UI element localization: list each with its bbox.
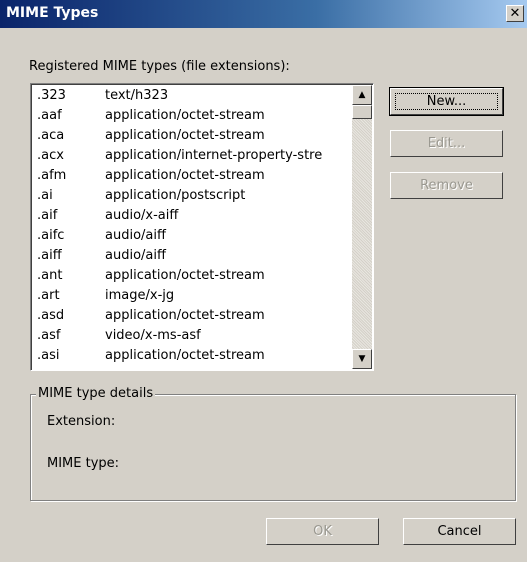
list-item[interactable]: .aca application/octet-stream [33, 126, 353, 146]
list-item[interactable]: .afm application/octet-stream [33, 166, 353, 186]
list-item-extension: .ant [37, 268, 63, 283]
list-item-mime-type: audio/x-aiff [105, 208, 179, 223]
list-item-extension: .acx [37, 148, 64, 163]
ok-button[interactable]: OK [266, 518, 379, 545]
mime-types-listbox[interactable]: .323 text/h323 .aaf application/octet-strea… [30, 83, 374, 371]
new-button[interactable]: New... [389, 87, 504, 116]
list-item-mime-type: application/octet-stream [105, 348, 265, 363]
list-item[interactable]: .art image/x-jg [33, 286, 353, 306]
list-item-extension: .ai [37, 188, 53, 203]
list-item-mime-type: image/x-jg [105, 288, 175, 303]
list-item-mime-type: text/h323 [105, 88, 169, 103]
list-item-extension: .323 [37, 88, 66, 103]
list-item-extension: .asi [37, 348, 60, 363]
list-item-extension: .afm [37, 168, 67, 183]
mime-type-label: MIME type: [47, 456, 120, 471]
remove-button[interactable]: Remove [390, 172, 503, 199]
extension-label: Extension: [47, 414, 116, 429]
list-item-extension: .aifc [37, 228, 65, 243]
list-item-mime-type: application/octet-stream [105, 308, 265, 323]
list-item[interactable]: .aif audio/x-aiff [33, 206, 353, 226]
list-item-extension: .aaf [37, 108, 62, 123]
list-item[interactable]: .asi application/octet-stream [33, 346, 353, 366]
list-item[interactable]: .ai application/postscript [33, 186, 353, 206]
list-item-extension: .asd [37, 308, 65, 323]
list-item-mime-type: application/octet-stream [105, 128, 265, 143]
list-item-extension: .aif [37, 208, 58, 223]
list-item[interactable]: .ant application/octet-stream [33, 266, 353, 286]
arrow-down-icon: ▼ [358, 354, 366, 364]
ok-button-label: OK [313, 524, 332, 539]
list-item-mime-type: application/octet-stream [105, 268, 265, 283]
list-item-mime-type: application/octet-stream [105, 108, 265, 123]
close-button[interactable]: ✕ [506, 5, 524, 22]
list-rows: .323 text/h323 .aaf application/octet-strea… [33, 86, 353, 366]
title-bar[interactable]: MIME Types ✕ [0, 0, 527, 28]
list-item[interactable]: .asd application/octet-stream [33, 306, 353, 326]
list-item[interactable]: .aifc audio/aiff [33, 226, 353, 246]
list-item-mime-type: application/internet-property-stre [105, 148, 323, 163]
list-item-extension: .art [37, 288, 60, 303]
vertical-scrollbar[interactable]: ▲ ▼ [352, 85, 372, 369]
scroll-down-button[interactable]: ▼ [352, 349, 372, 369]
list-item[interactable]: .323 text/h323 [33, 86, 353, 106]
details-groupbox [30, 394, 516, 501]
list-item[interactable]: .aaf application/octet-stream [33, 106, 353, 126]
list-item-mime-type: application/postscript [105, 188, 246, 203]
list-item[interactable]: .acx application/internet-property-stre [33, 146, 353, 166]
edit-button-label: Edit... [427, 136, 466, 151]
scroll-up-button[interactable]: ▲ [352, 85, 372, 105]
remove-button-label: Remove [420, 178, 473, 193]
list-item-extension: .aca [37, 128, 65, 143]
scroll-thumb[interactable] [352, 105, 372, 119]
list-item-mime-type: application/octet-stream [105, 168, 265, 183]
cancel-button[interactable]: Cancel [403, 518, 516, 545]
list-item[interactable]: .asf video/x-ms-asf [33, 326, 353, 346]
close-icon: ✕ [509, 6, 521, 21]
edit-button[interactable]: Edit... [390, 130, 503, 157]
list-item-mime-type: audio/aiff [105, 228, 166, 243]
details-title: MIME type details [36, 386, 156, 401]
arrow-up-icon: ▲ [358, 90, 366, 100]
window-title: MIME Types [6, 5, 99, 21]
list-item-extension: .asf [37, 328, 61, 343]
list-label: Registered MIME types (file extensions): [29, 59, 290, 74]
focus-rect [395, 93, 498, 110]
list-item-extension: .aiff [37, 248, 62, 263]
cancel-button-label: Cancel [437, 524, 482, 539]
mime-types-dialog: MIME Types ✕ Registered MIME types (file… [0, 0, 527, 562]
list-item-mime-type: video/x-ms-asf [105, 328, 201, 343]
list-item[interactable]: .aiff audio/aiff [33, 246, 353, 266]
list-item-mime-type: audio/aiff [105, 248, 166, 263]
